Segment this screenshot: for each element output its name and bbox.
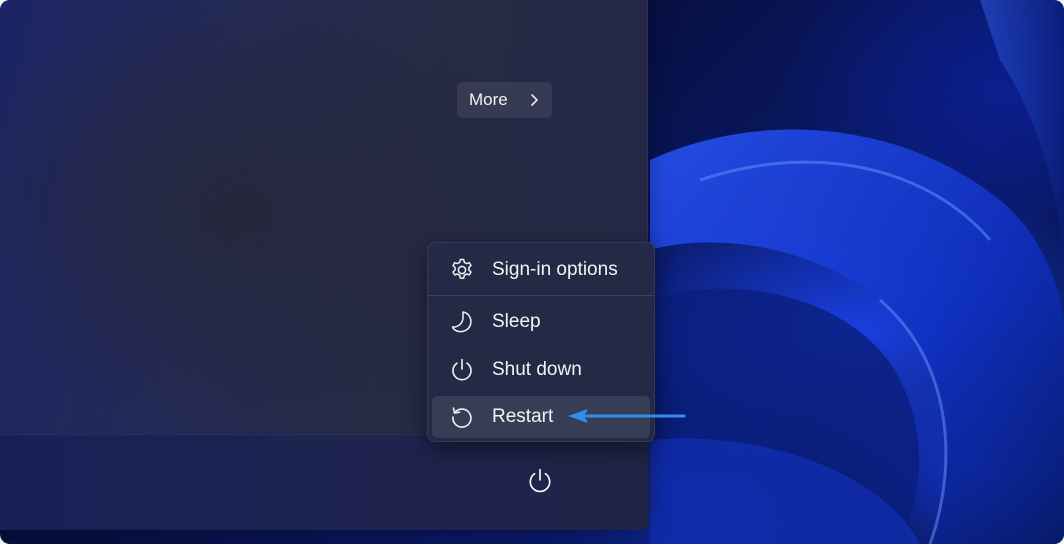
more-button-label: More — [469, 90, 508, 109]
menu-item-shut-down[interactable]: Shut down — [432, 349, 650, 391]
menu-item-label: Sign-in options — [492, 259, 618, 280]
menu-item-label: Sleep — [492, 311, 541, 332]
power-icon — [529, 468, 551, 493]
restart-icon — [449, 404, 475, 430]
power-icon — [449, 357, 475, 383]
chevron-right-icon — [531, 94, 538, 106]
menu-divider — [428, 295, 654, 296]
menu-item-sleep[interactable]: Sleep — [432, 301, 650, 343]
annotation-arrow — [568, 409, 686, 423]
gear-icon — [449, 257, 475, 283]
desktop-screen: More Sign-in options Sleep Shut down Res… — [0, 0, 1064, 544]
moon-icon — [449, 309, 475, 335]
menu-item-sign-in-options[interactable]: Sign-in options — [432, 249, 650, 291]
menu-item-label: Restart — [492, 406, 554, 427]
more-button[interactable]: More — [457, 82, 552, 118]
menu-item-label: Shut down — [492, 359, 582, 380]
power-button[interactable] — [522, 463, 558, 499]
